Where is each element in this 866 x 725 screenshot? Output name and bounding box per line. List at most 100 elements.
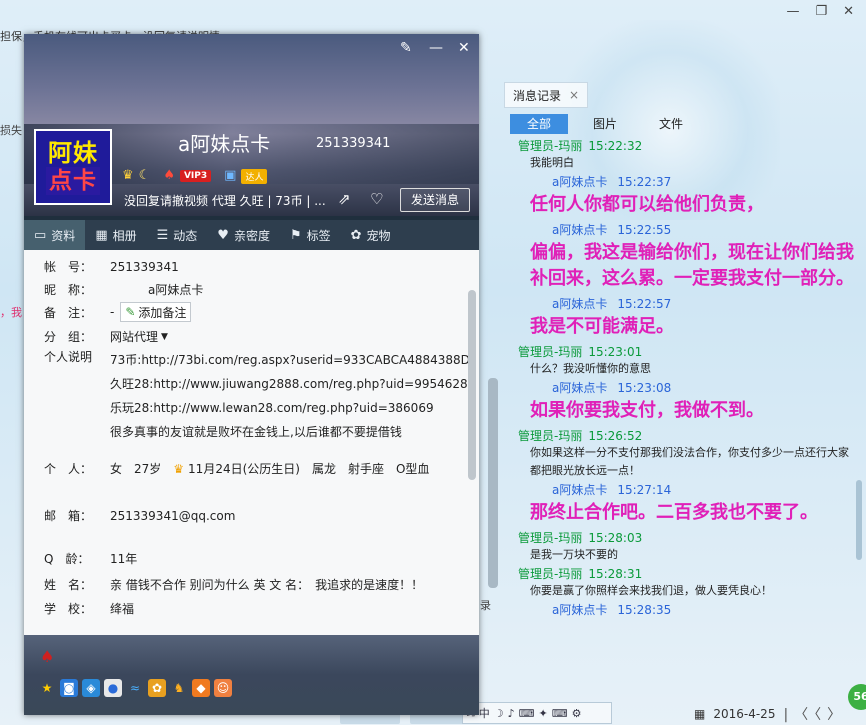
message-time: 15:22:57: [617, 297, 672, 311]
field-qage: Q 龄： 11年: [24, 550, 137, 567]
toolbar-icon[interactable]: ☽: [494, 707, 504, 720]
shield-icon[interactable]: ◈: [82, 679, 100, 697]
calendar-icon[interactable]: ▦: [694, 707, 705, 721]
profile-footer: ♠ ★ ◙ ◈ ● ≈ ✿ ♞ ◆ ☺: [24, 635, 479, 715]
tab-feed[interactable]: ☰ 动态: [147, 220, 208, 250]
details-scrollbar[interactable]: [468, 260, 476, 580]
share-icon[interactable]: ⇗: [338, 190, 351, 208]
field-label: 昵 称：: [44, 283, 93, 297]
filter-all[interactable]: 全部: [510, 114, 568, 134]
field-account: 帐 号： 251339341: [24, 258, 179, 275]
skin-icon[interactable]: ✎: [400, 40, 412, 56]
guard-icon[interactable]: ◆: [192, 679, 210, 697]
field-email: 邮 箱： 251339341@qq.com: [24, 507, 235, 524]
message-text: 你要是赢了你照样会来找我们退，做人要凭良心！: [530, 584, 772, 597]
message-header: 管理员-玛丽 15:26:52: [518, 428, 854, 444]
history-tab[interactable]: 消息记录 ×: [504, 82, 589, 108]
message-sender[interactable]: 管理员-玛丽: [518, 531, 582, 545]
message-sender[interactable]: a阿妹点卡: [552, 483, 607, 497]
close-icon[interactable]: ✕: [843, 4, 854, 19]
avatar-text-2: 点卡: [46, 167, 100, 195]
tab-label: 相册: [112, 228, 137, 243]
message-sender[interactable]: a阿妹点卡: [552, 175, 607, 189]
tab-album[interactable]: ▦ 相册: [85, 220, 146, 250]
field-label: 姓 名：: [44, 578, 93, 592]
star-sign: 射手座: [347, 462, 384, 476]
send-message-button[interactable]: 发送消息: [400, 188, 470, 212]
heart-plus-icon[interactable]: ♡: [370, 190, 383, 208]
game-icon[interactable]: ♞: [170, 679, 188, 697]
tab-tags[interactable]: ⚑ 标签: [280, 220, 341, 250]
star-icon[interactable]: ★: [38, 679, 56, 697]
toolbar-icon[interactable]: ♪: [508, 707, 515, 720]
vip-badge[interactable]: VIP3: [179, 170, 212, 182]
field-school: 学 校： 绛福: [24, 600, 134, 617]
edge-text-1: 损失: [0, 124, 22, 137]
group-select[interactable]: 网站代理: [110, 328, 158, 345]
daren-icon[interactable]: ▣: [224, 168, 236, 184]
filter-images[interactable]: 图片: [576, 114, 634, 134]
toolbar-icon[interactable]: ⌨: [552, 707, 568, 720]
close-icon[interactable]: ×: [569, 88, 579, 102]
tab-pet[interactable]: ✿ 宠物: [341, 220, 401, 250]
history-scrollbar[interactable]: [856, 60, 864, 560]
message-time: 15:22:37: [617, 175, 672, 189]
tab-profile-info[interactable]: ▭ 资料: [24, 220, 86, 250]
message-header: 管理员-玛丽 15:28:31: [518, 566, 854, 582]
chat-scrollbar[interactable]: [488, 378, 498, 588]
profile-signature[interactable]: 没回复请撤视频 代理 久旺 | 73币 | ...: [124, 192, 329, 209]
message-sender[interactable]: 管理员-玛丽: [518, 429, 582, 443]
message-sender[interactable]: a阿妹点卡: [552, 381, 607, 395]
field-value: 251339341@qq.com: [110, 508, 236, 523]
camera-icon[interactable]: ◙: [60, 679, 78, 697]
swim-icon[interactable]: ≈: [126, 679, 144, 697]
field-label: 学 校：: [44, 602, 93, 616]
tab-label: 资料: [51, 228, 76, 243]
close-icon[interactable]: ✕: [458, 40, 470, 56]
message-list: 管理员-玛丽 15:22:32 我能明白 a阿妹点卡 15:22:37 任何人你都可以给他…: [518, 138, 854, 622]
minimize-icon[interactable]: —: [429, 40, 443, 56]
message-sender[interactable]: 管理员-玛丽: [518, 345, 582, 359]
message-sender[interactable]: a阿妹点卡: [552, 223, 607, 237]
minimize-icon[interactable]: —: [786, 4, 799, 19]
qq-icon[interactable]: ●: [104, 679, 122, 697]
scrollbar-thumb[interactable]: [856, 480, 862, 560]
edge-text-2: ，我: [0, 306, 22, 319]
message-text: 任何人你都可以给他们负责，: [530, 194, 764, 215]
filter-files[interactable]: 文件: [642, 114, 700, 134]
crown-icon[interactable]: ♛: [122, 168, 134, 184]
add-remark-button[interactable]: ✎ 添加备注: [120, 302, 192, 322]
message-sender[interactable]: a阿妹点卡: [552, 603, 607, 617]
toolbar-icon[interactable]: ✦: [539, 707, 548, 720]
message-sender[interactable]: 管理员-玛丽: [518, 567, 582, 581]
message-sender[interactable]: a阿妹点卡: [552, 297, 607, 311]
message-header: a阿妹点卡 15:23:08: [518, 380, 854, 396]
tab-intimacy[interactable]: ♥ 亲密度: [207, 220, 280, 250]
message-header: a阿妹点卡 15:28:35: [518, 602, 854, 618]
scrollbar-thumb[interactable]: [468, 290, 476, 480]
message-text: 那终止合作吧。二百多我也不要了。: [530, 502, 818, 523]
penguin-icon[interactable]: ♠: [163, 168, 175, 184]
description-line: 乐玩28:http://www.lewan28.com/reg.php?uid=…: [110, 401, 434, 415]
dropdown-fragment[interactable]: 录: [480, 597, 491, 613]
toolbar-icon[interactable]: ⌨: [519, 707, 535, 720]
tab-label: 宠物: [366, 228, 391, 243]
daren-badge[interactable]: 达人: [241, 168, 268, 184]
toolbar-icon[interactable]: 中: [479, 705, 490, 721]
page-nav-icons[interactable]: |〈〈〉: [783, 704, 847, 724]
description-line: 73币:http://73bi.com/reg.aspx?userid=933C…: [110, 353, 470, 367]
restore-icon[interactable]: ❐: [815, 4, 827, 19]
toolbar-icon[interactable]: ⚙: [572, 707, 582, 720]
description-line: 久旺28:http://www.jiuwang2888.com/reg.php?…: [110, 377, 468, 391]
field-label: 个 人：: [44, 462, 93, 476]
chevron-down-icon[interactable]: ▼: [161, 332, 168, 342]
avatar[interactable]: 阿妹 点卡: [34, 129, 112, 205]
face-icon[interactable]: ☺: [214, 679, 232, 697]
message-sender[interactable]: 管理员-玛丽: [518, 139, 582, 153]
message-history-panel: 消息记录 × 全部 图片 文件 管理员-玛丽 15:22:32 我能明白 a阿妹点卡 1…: [504, 82, 866, 722]
message-header: a阿妹点卡 15:22:37: [518, 174, 854, 190]
penguin-icon[interactable]: ♠: [40, 647, 54, 666]
moon-icon[interactable]: ☾: [139, 168, 151, 184]
pet-icon[interactable]: ✿: [148, 679, 166, 697]
field-label: 备 注：: [44, 305, 93, 320]
